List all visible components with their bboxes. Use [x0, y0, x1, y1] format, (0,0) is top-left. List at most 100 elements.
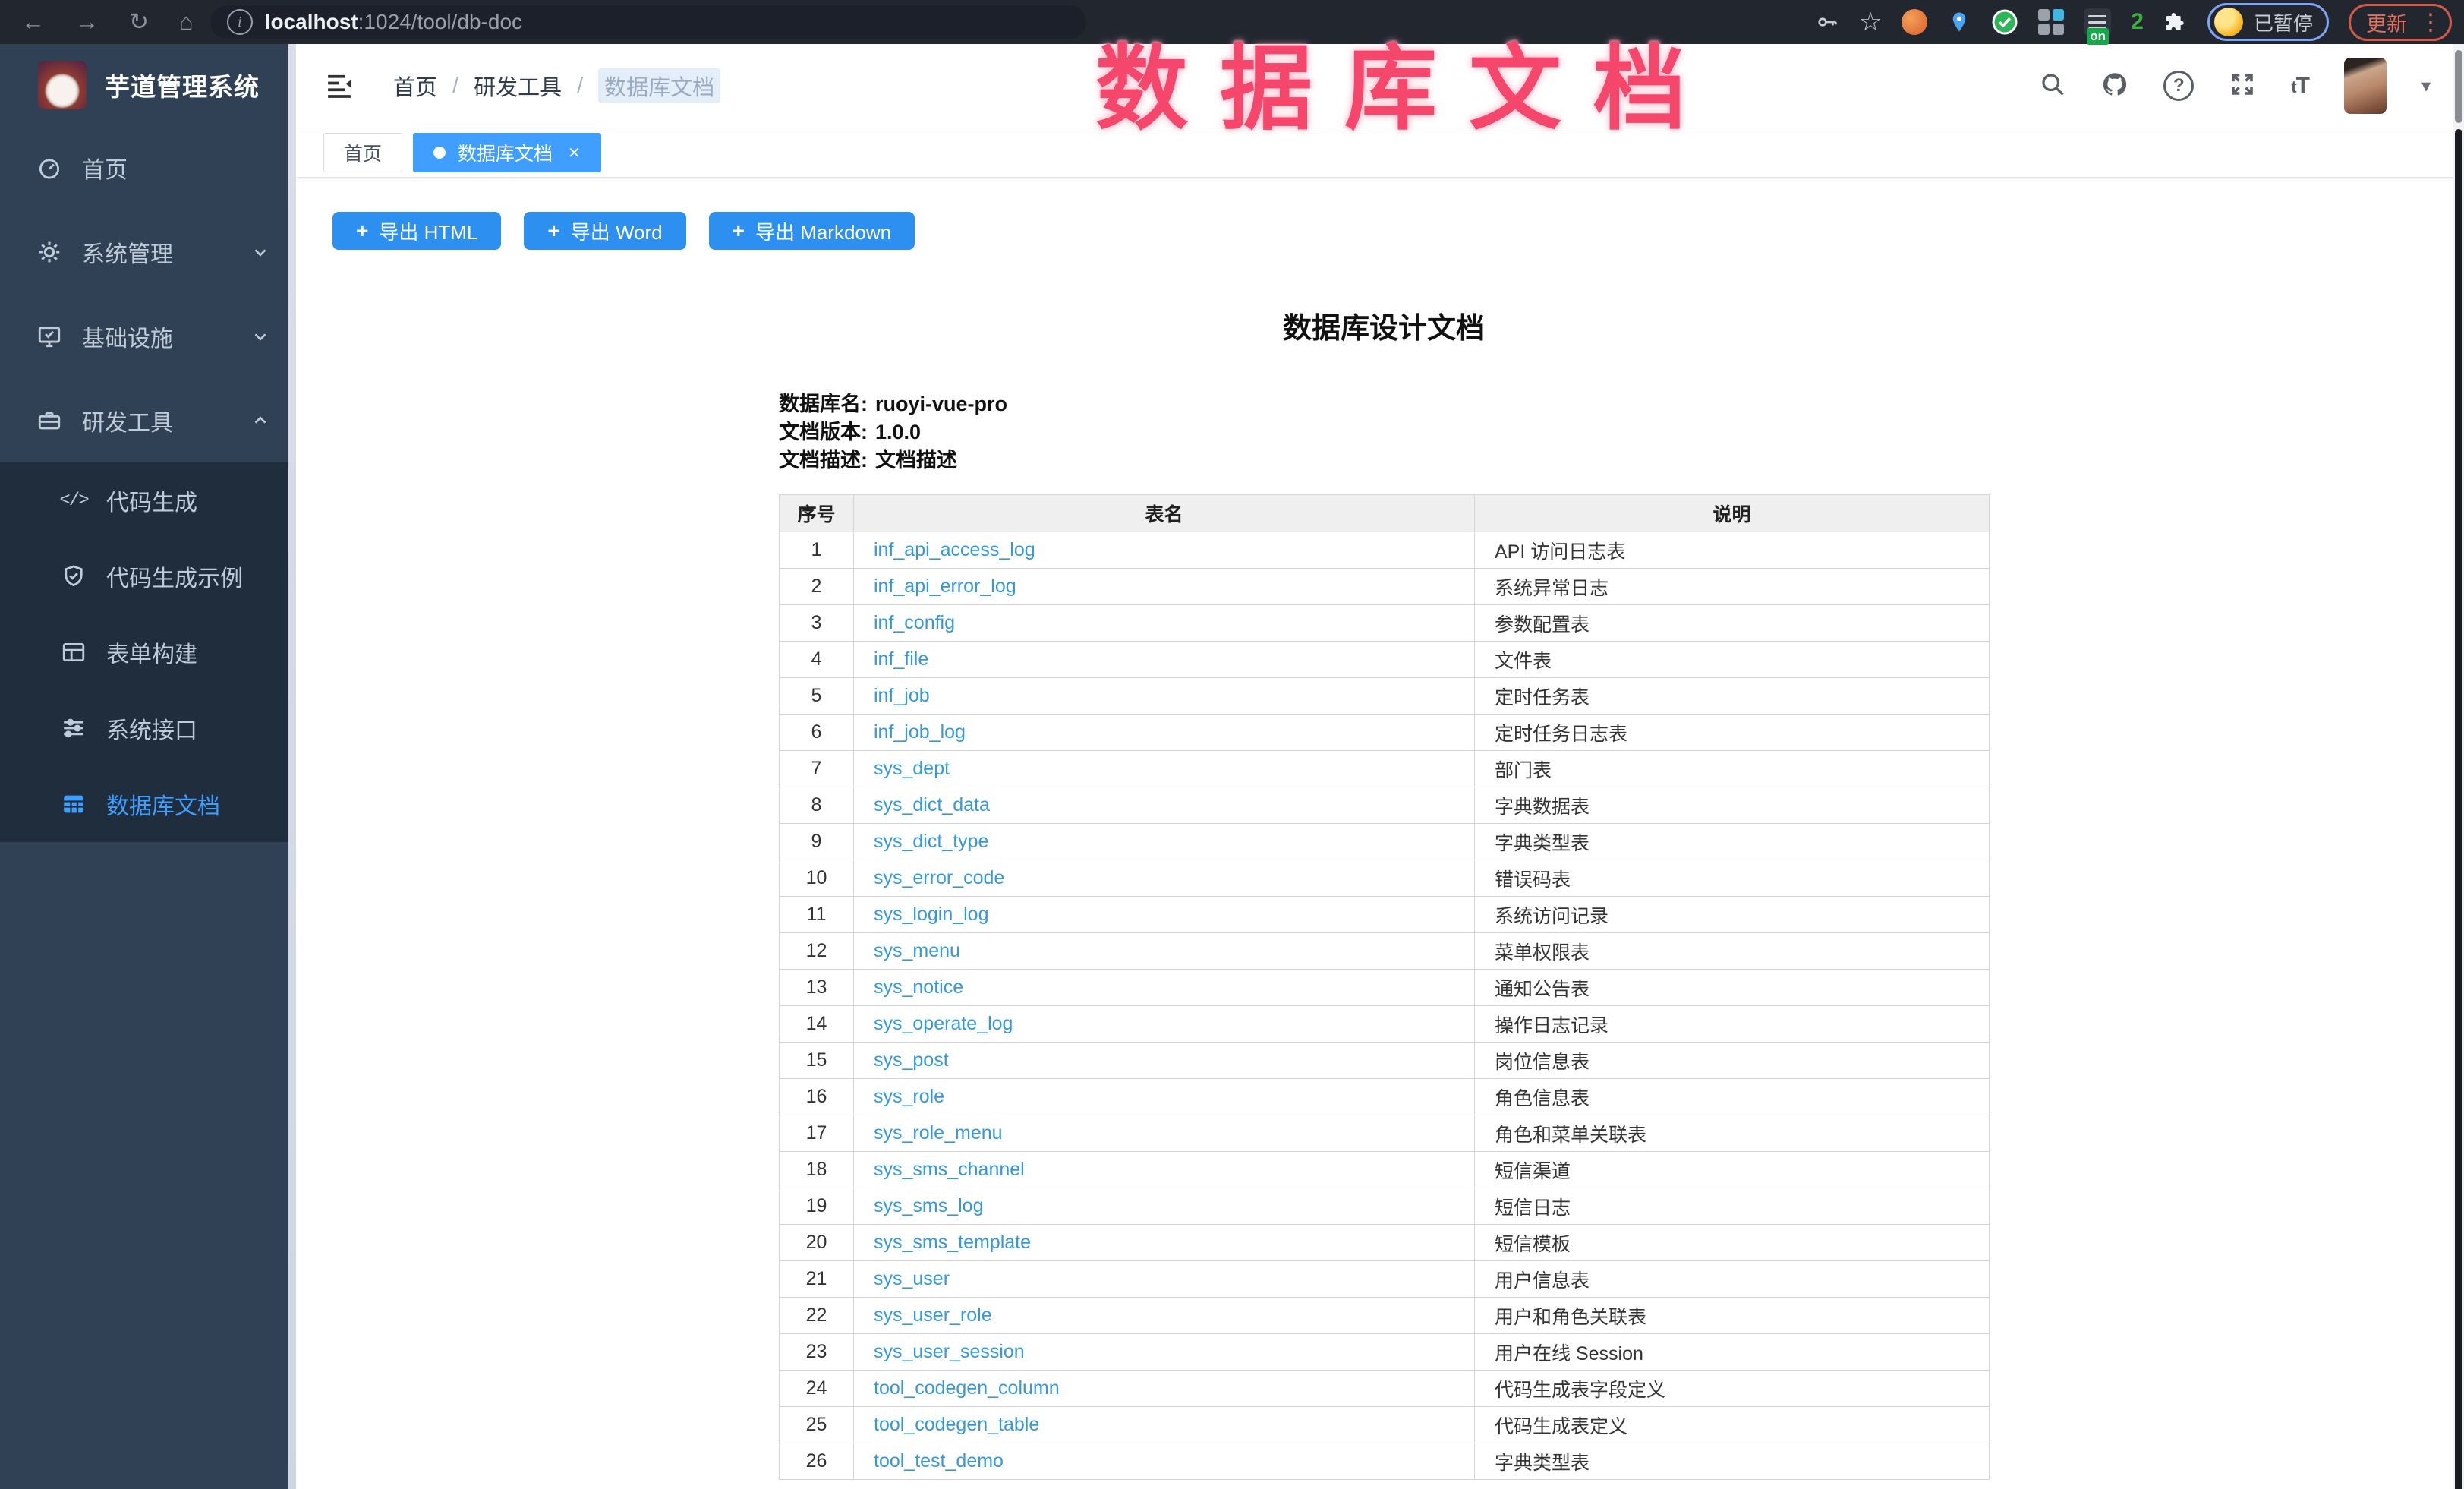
browser-home-icon[interactable]: ⌂: [179, 0, 194, 44]
fullscreen-icon[interactable]: [2229, 71, 2256, 102]
row-index: 11: [780, 897, 854, 933]
table-row: 8 sys_dict_data 字典数据表: [780, 787, 1990, 824]
close-icon[interactable]: ✕: [568, 144, 581, 162]
table-desc: 角色和菜单关联表: [1475, 1115, 1990, 1152]
table-desc: 定时任务表: [1475, 678, 1990, 715]
breadcrumb-home[interactable]: 首页: [393, 70, 437, 102]
row-index: 23: [780, 1334, 854, 1371]
export-html-button[interactable]: + 导出 HTML: [332, 212, 501, 250]
browser-profile-chip[interactable]: 已暂停: [2207, 3, 2329, 41]
sidebar-item-home[interactable]: 首页: [0, 125, 296, 210]
site-info-icon[interactable]: i: [227, 9, 253, 35]
app-logo-row[interactable]: 芋道管理系统: [0, 44, 296, 125]
browser-back-icon[interactable]: ←: [21, 0, 45, 44]
table-name-link[interactable]: sys_notice: [874, 976, 963, 998]
table-row: 13 sys_notice 通知公告表: [780, 970, 1990, 1006]
sidebar-item-label: 表单构建: [106, 636, 197, 669]
table-desc: 代码生成表定义: [1475, 1407, 1990, 1443]
browser-forward-icon[interactable]: →: [75, 0, 99, 44]
scrollbar-thumb[interactable]: [2455, 129, 2462, 1489]
table-name-link[interactable]: tool_codegen_column: [874, 1377, 1060, 1399]
table-name-link[interactable]: sys_sms_log: [874, 1195, 984, 1216]
extension-check-icon[interactable]: [1991, 8, 2018, 36]
doc-version-label: 文档版本:: [779, 421, 868, 443]
sidebar-item-codegen[interactable]: </> 代码生成: [0, 462, 296, 538]
shield-check-icon: [59, 562, 88, 591]
chevron-up-icon: [250, 411, 270, 431]
doc-desc-label: 文档描述:: [779, 449, 868, 472]
tag-db-doc[interactable]: 数据库文档 ✕: [413, 133, 601, 172]
extension-orange-icon[interactable]: [1902, 9, 1927, 35]
table-name-link[interactable]: sys_sms_channel: [874, 1159, 1025, 1180]
table-name-link[interactable]: inf_job: [874, 685, 930, 706]
table-row: 26 tool_test_demo 字典类型表: [780, 1443, 1990, 1480]
table-name-link[interactable]: sys_dict_type: [874, 831, 988, 852]
export-markdown-button[interactable]: + 导出 Markdown: [709, 212, 915, 250]
table-name-link[interactable]: inf_api_error_log: [874, 576, 1016, 597]
sidebar-item-system[interactable]: 系统管理: [0, 210, 296, 294]
user-avatar[interactable]: [2344, 58, 2387, 114]
table-desc: 通知公告表: [1475, 970, 1990, 1006]
table-name-link[interactable]: sys_post: [874, 1049, 949, 1071]
sidebar-item-codegen-demo[interactable]: 代码生成示例: [0, 538, 296, 614]
sidebar-item-db-doc[interactable]: 数据库文档: [0, 766, 296, 842]
password-key-icon[interactable]: [1815, 10, 1839, 34]
row-index: 19: [780, 1188, 854, 1225]
extensions-puzzle-icon[interactable]: [2163, 10, 2188, 34]
table-name-link[interactable]: sys_role: [874, 1086, 944, 1107]
sidebar-item-label: 代码生成: [106, 484, 197, 517]
table-name-link[interactable]: sys_user_session: [874, 1341, 1025, 1362]
extension-grid-icon[interactable]: [2038, 9, 2064, 35]
sidebar-item-api[interactable]: 系统接口: [0, 690, 296, 766]
table-name-link[interactable]: sys_sms_template: [874, 1232, 1031, 1253]
table-name-link[interactable]: tool_test_demo: [874, 1450, 1004, 1472]
table-name-link[interactable]: sys_user_role: [874, 1304, 992, 1326]
sidebar-item-form-builder[interactable]: 表单构建: [0, 614, 296, 690]
table-row: 3 inf_config 参数配置表: [780, 605, 1990, 642]
bookmark-star-icon[interactable]: ☆: [1859, 7, 1882, 37]
extension-list-icon[interactable]: on: [2084, 8, 2111, 36]
table-name-link[interactable]: sys_role_menu: [874, 1122, 1003, 1144]
browser-reload-icon[interactable]: ↻: [129, 0, 149, 44]
extension-pin-icon[interactable]: [1947, 10, 1971, 34]
table-row: 20 sys_sms_template 短信模板: [780, 1225, 1990, 1261]
table-name-link[interactable]: inf_file: [874, 648, 928, 670]
table-name-link[interactable]: sys_operate_log: [874, 1013, 1013, 1034]
table-name-link[interactable]: inf_api_access_log: [874, 539, 1035, 560]
tag-home[interactable]: 首页: [323, 133, 402, 172]
browser-menu-icon[interactable]: ⋮: [2419, 9, 2442, 36]
table-header-row: 序号 表名 说明: [780, 495, 1990, 532]
table-name-link[interactable]: tool_codegen_table: [874, 1414, 1039, 1435]
sidebar-item-label: 数据库文档: [106, 787, 220, 821]
table-name-link[interactable]: sys_dept: [874, 758, 950, 779]
table-name-link[interactable]: sys_dict_data: [874, 794, 990, 815]
help-icon[interactable]: ?: [2163, 71, 2194, 101]
extension-2-icon[interactable]: 2: [2131, 9, 2144, 35]
sidebar-item-label: 代码生成示例: [106, 560, 243, 593]
export-toolbar: + 导出 HTML + 导出 Word + 导出 Markdown: [296, 178, 2464, 250]
avatar-caret-icon[interactable]: ▾: [2421, 75, 2431, 97]
table-name-link[interactable]: sys_login_log: [874, 904, 989, 925]
github-icon[interactable]: [2101, 71, 2128, 102]
sidebar-collapse-icon[interactable]: [323, 70, 355, 102]
on-badge: on: [2087, 28, 2109, 45]
app-title: 芋道管理系统: [105, 67, 260, 103]
table-name-link[interactable]: inf_job_log: [874, 721, 966, 743]
sidebar-item-infra[interactable]: 基础设施: [0, 294, 296, 378]
sidebar-item-devtools[interactable]: 研发工具: [0, 378, 296, 462]
breadcrumb-devtools[interactable]: 研发工具: [474, 70, 562, 102]
page-content: + 导出 HTML + 导出 Word + 导出 Markdown 数据库设计文…: [296, 178, 2464, 1480]
table-name-link[interactable]: sys_user: [874, 1268, 950, 1289]
table-row: 6 inf_job_log 定时任务日志表: [780, 715, 1990, 751]
table-name-link[interactable]: sys_menu: [874, 940, 960, 961]
table-name-link[interactable]: inf_config: [874, 612, 955, 633]
font-size-icon[interactable]: tT: [2291, 73, 2309, 99]
table-name-link[interactable]: sys_error_code: [874, 867, 1004, 888]
table-grid-icon: [59, 790, 88, 819]
url-bar[interactable]: i localhost:1024/tool/db-doc: [210, 5, 1086, 39]
chevron-down-icon: [250, 242, 270, 262]
export-word-button[interactable]: + 导出 Word: [524, 212, 685, 250]
browser-update-button[interactable]: 更新 ⋮: [2349, 4, 2452, 41]
search-icon[interactable]: [2039, 71, 2066, 102]
page-scrollbar[interactable]: [2453, 44, 2464, 1489]
